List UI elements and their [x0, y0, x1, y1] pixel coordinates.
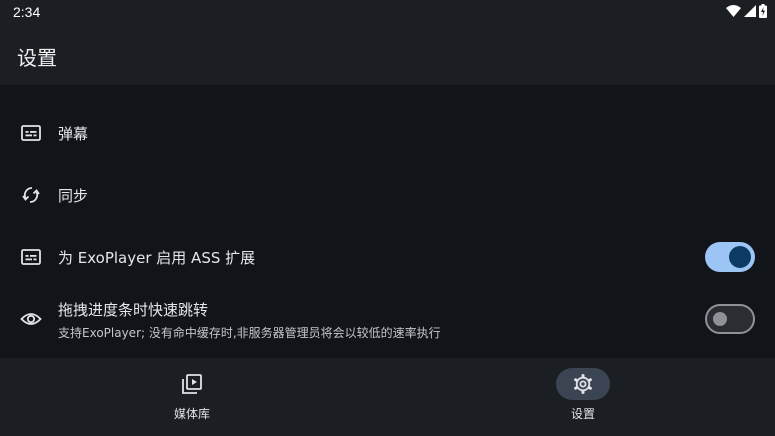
setting-label: 拖拽进度条时快速跳转 — [58, 301, 209, 319]
setting-fast-seek[interactable]: 拖拽进度条时快速跳转 支持ExoPlayer; 没有命中缓存时,非服务器管理员将… — [0, 288, 775, 358]
setting-sync[interactable]: 同步 — [0, 162, 775, 228]
sync-icon — [22, 187, 40, 203]
setting-exoplayer-ass[interactable]: 为 ExoPlayer 启用 ASS 扩展 — [0, 224, 775, 290]
battery-icon — [759, 4, 767, 18]
eye-icon — [20, 313, 42, 325]
setting-description: 支持ExoPlayer; 没有命中缓存时,非服务器管理员将会以较低的速率执行 — [58, 326, 441, 340]
setting-label: 弹幕 — [58, 125, 89, 143]
app-bar: 设置 — [0, 24, 775, 85]
nav-label: 媒体库 — [173, 407, 210, 421]
setting-danmaku[interactable]: 弹幕 — [0, 100, 775, 166]
toggle-knob — [729, 246, 751, 268]
media-library-icon — [182, 374, 202, 394]
subtitles-icon — [21, 249, 41, 265]
setting-label: 同步 — [58, 187, 89, 205]
signal-icon — [744, 5, 756, 17]
status-time: 2:34 — [13, 4, 41, 20]
nav-item-media-library[interactable]: 媒体库 — [112, 358, 272, 436]
wifi-icon — [726, 5, 741, 17]
status-icons — [726, 4, 767, 18]
nav-label: 设置 — [570, 407, 595, 421]
fast-seek-toggle[interactable] — [705, 304, 755, 334]
gear-icon — [574, 374, 592, 394]
bottom-navigation: 媒体库 设置 — [0, 358, 775, 436]
subtitles-icon — [21, 125, 41, 141]
setting-label: 为 ExoPlayer 启用 ASS 扩展 — [58, 249, 256, 267]
page-title: 设置 — [17, 46, 57, 70]
status-bar: 2:34 — [0, 0, 775, 24]
nav-item-settings[interactable]: 设置 — [503, 358, 663, 436]
toggle-knob — [713, 312, 727, 326]
ass-extension-toggle[interactable] — [705, 242, 755, 272]
